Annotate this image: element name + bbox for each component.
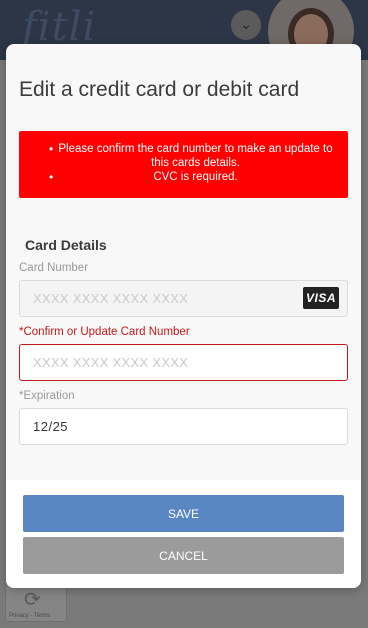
visa-card-icon: VISA: [303, 287, 339, 309]
error-message: Please confirm the card number to make a…: [27, 142, 340, 170]
confirm-card-number-label: *Confirm or Update Card Number: [19, 326, 190, 338]
modal-title: Edit a credit card or debit card: [19, 78, 300, 101]
save-button[interactable]: SAVE: [23, 495, 344, 532]
expiration-label: *Expiration: [19, 390, 75, 402]
cancel-button[interactable]: CANCEL: [23, 537, 344, 574]
expiration-input[interactable]: [19, 408, 348, 445]
recaptcha-icon: ⟳: [24, 589, 41, 611]
recaptcha-badge-text: Privacy - Terms: [9, 613, 51, 619]
error-message-box: Please confirm the card number to make a…: [19, 131, 348, 198]
modal-footer: SAVE CANCEL: [6, 480, 361, 588]
edit-card-modal: Edit a credit card or debit card Please …: [6, 44, 361, 588]
card-number-label: Card Number: [19, 262, 89, 274]
error-message: CVC is required.: [27, 170, 340, 184]
chevron-down-icon[interactable]: ⌄: [231, 10, 261, 40]
recaptcha-badge: ⟳ Privacy - Terms: [5, 582, 67, 622]
confirm-card-number-input[interactable]: [19, 344, 348, 381]
card-details-heading: Card Details: [25, 237, 107, 253]
card-number-field: [19, 280, 348, 317]
